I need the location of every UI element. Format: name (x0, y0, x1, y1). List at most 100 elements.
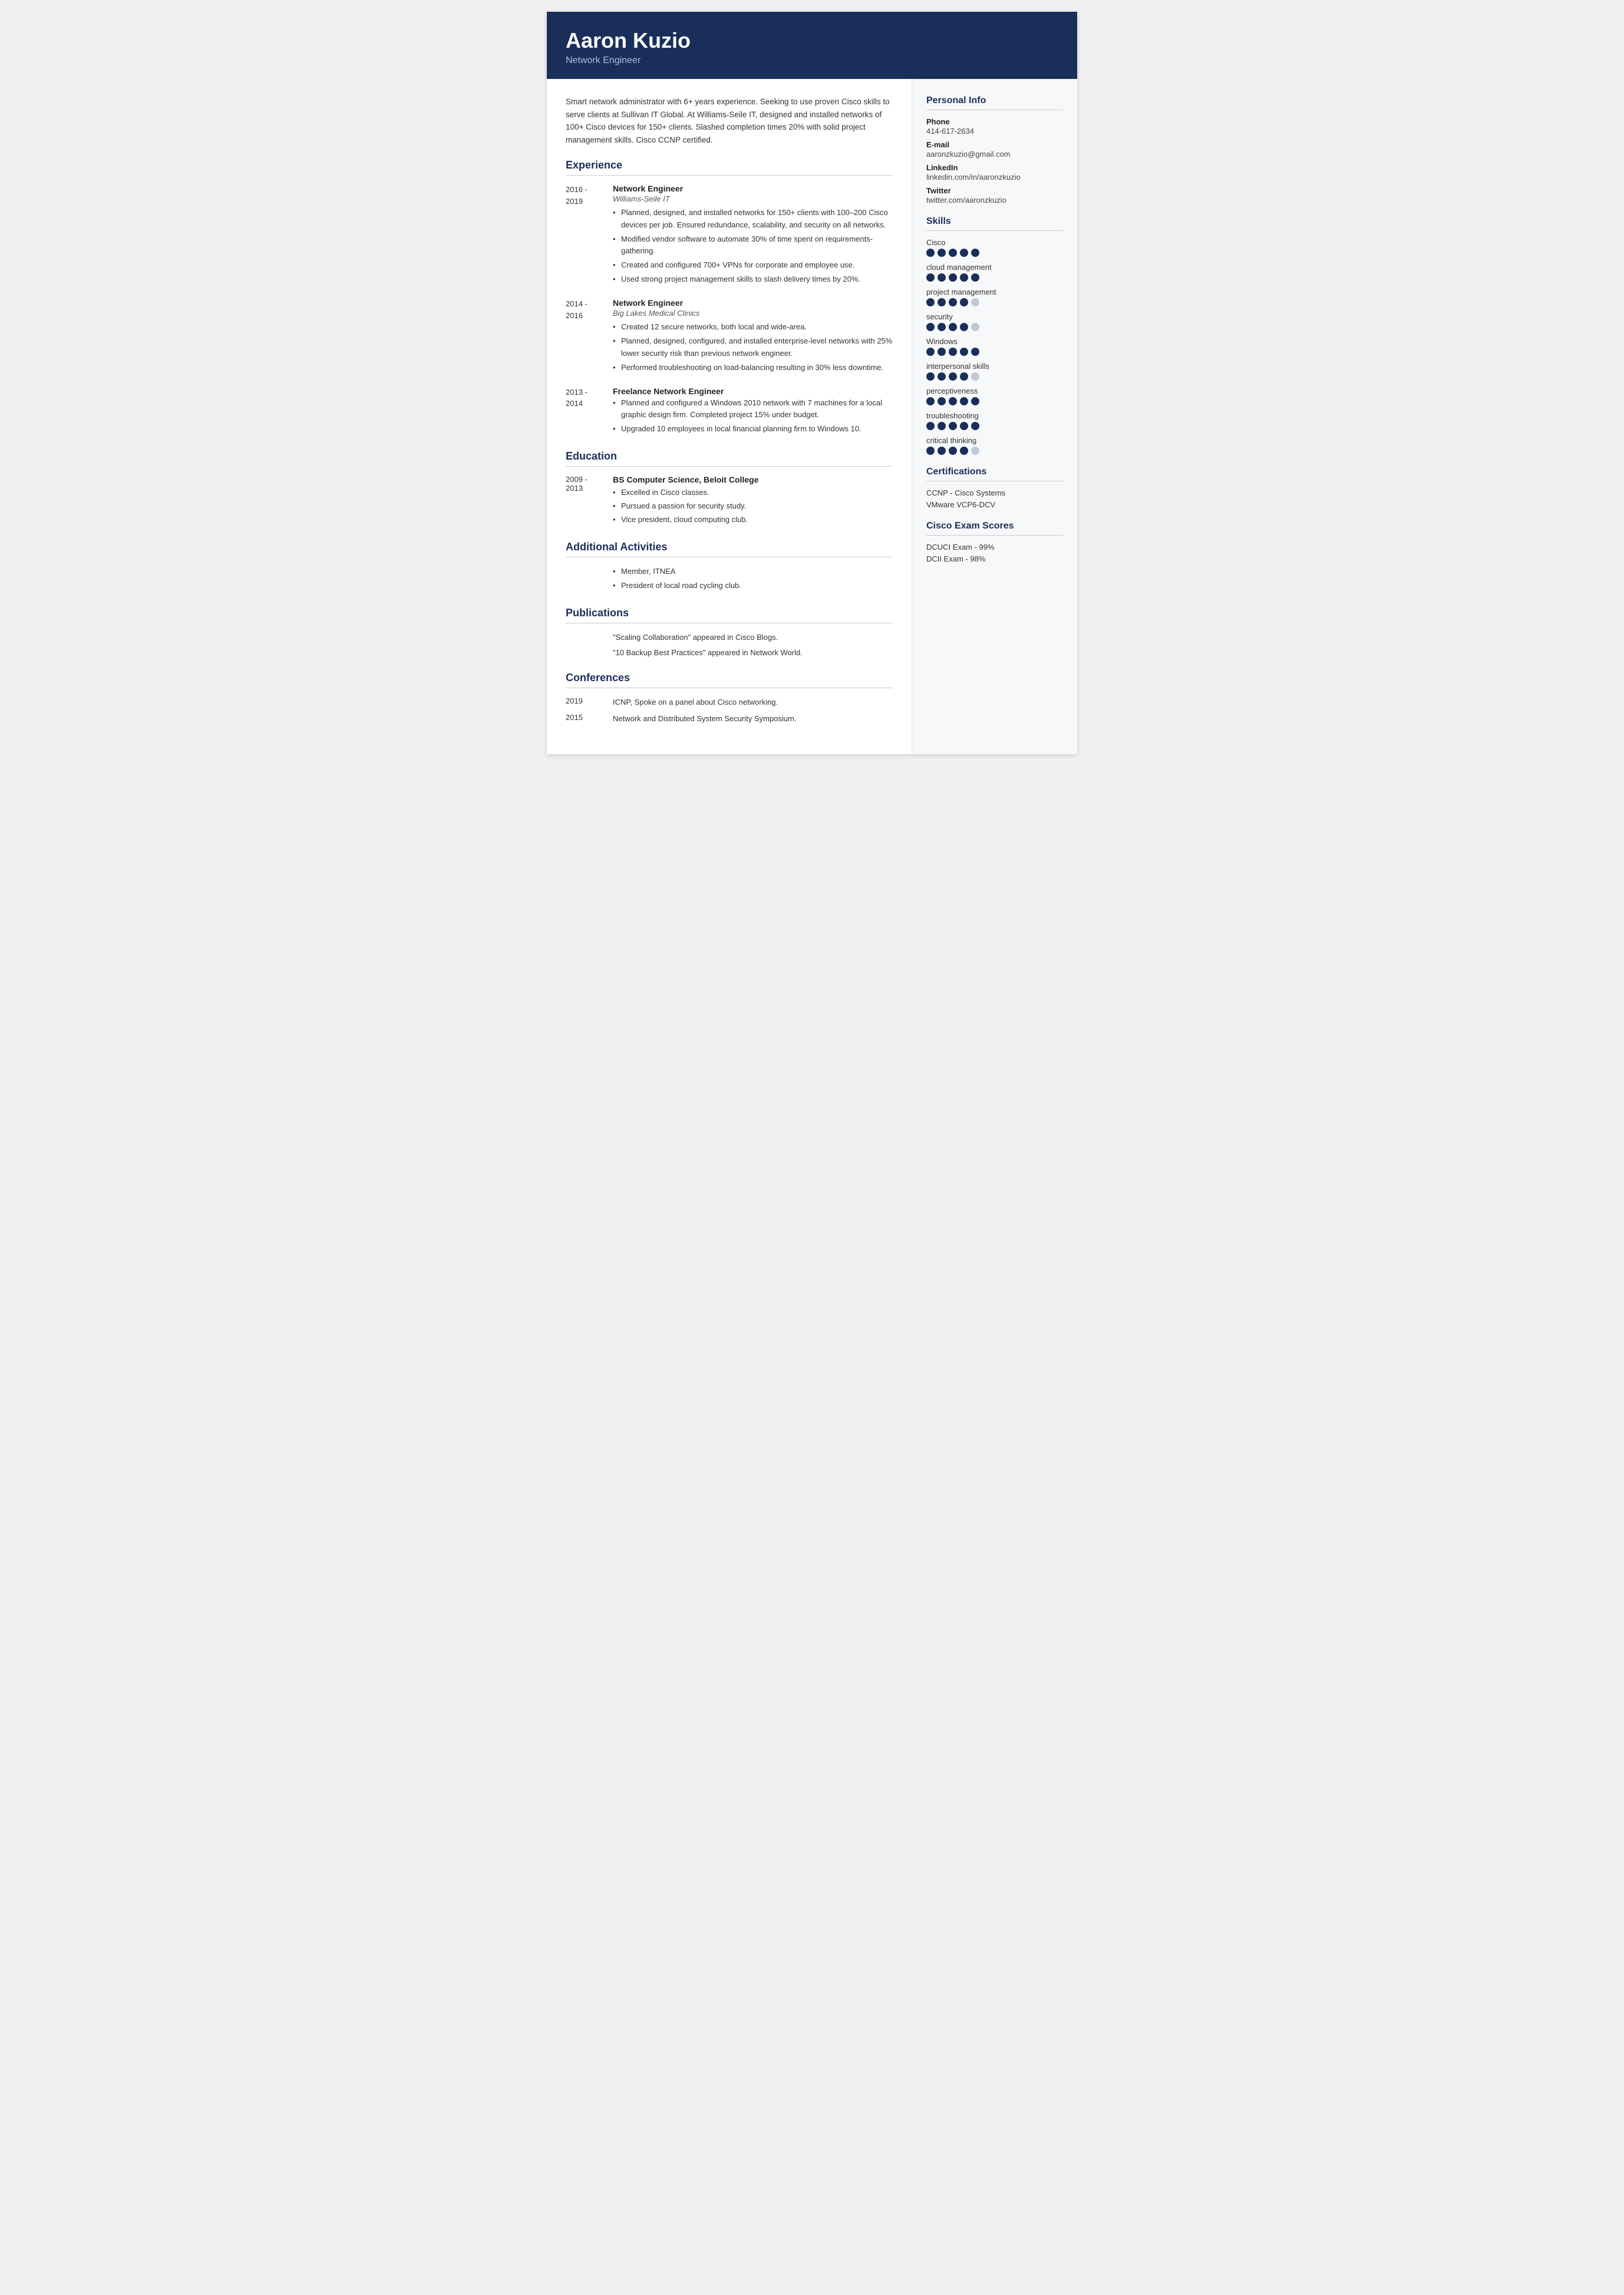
experience-entry: 2016 - 2019Network EngineerWilliams-Seil… (566, 184, 893, 288)
skill-dot-empty (971, 372, 979, 381)
skill-dot-filled (926, 372, 935, 381)
skill-name: project management (926, 288, 1063, 296)
personal-info-section: Personal Info Phone 414-617-2634 E-mail … (926, 95, 1063, 204)
skill-name: critical thinking (926, 436, 1063, 445)
publication-entry: "Scaling Collaboration" appeared in Cisc… (566, 632, 893, 643)
skill-row: Windows (926, 337, 1063, 356)
skill-dot-filled (949, 273, 957, 282)
skill-dots (926, 447, 1063, 455)
pub-spacer (566, 647, 613, 659)
skill-dot-filled (960, 323, 968, 331)
skill-dot-filled (960, 249, 968, 257)
pub-text: "Scaling Collaboration" appeared in Cisc… (613, 632, 893, 643)
skill-dot-filled (938, 447, 946, 455)
skill-dot-filled (960, 397, 968, 405)
skill-dot-filled (926, 397, 935, 405)
skill-dot-filled (971, 348, 979, 356)
skill-dot-filled (949, 348, 957, 356)
skill-dot-filled (949, 447, 957, 455)
edu-bullets: Excelled in Cisco classes. Pursued a pass… (613, 487, 893, 526)
skill-dot-empty (971, 447, 979, 455)
skill-row: troubleshooting (926, 411, 1063, 430)
experience-divider (566, 175, 893, 176)
skill-dot-filled (926, 447, 935, 455)
skill-dot-filled (971, 422, 979, 430)
conferences-title: Conferences (566, 672, 893, 684)
education-entries: 2009 - 2013BS Computer Science, Beloit C… (566, 475, 893, 527)
education-divider (566, 466, 893, 467)
list-item: Created and configured 700+ VPNs for cor… (613, 259, 893, 271)
edu-degree: BS Computer Science, Beloit College (613, 475, 893, 484)
exam-score-item: DCII Exam - 98% (926, 554, 1063, 563)
conference-entry: 2019ICNP, Spoke on a panel about Cisco n… (566, 696, 893, 708)
skill-dot-filled (971, 397, 979, 405)
email-label: E-mail (926, 140, 1063, 149)
list-item: Created 12 secure networks, both local a… (613, 321, 893, 333)
skill-dots (926, 348, 1063, 356)
list-item: Planned and configured a Windows 2010 ne… (613, 397, 893, 421)
phone-value: 414-617-2634 (926, 127, 1063, 136)
exp-content: Freelance Network EngineerPlanned and co… (613, 387, 893, 437)
skill-dot-filled (949, 249, 957, 257)
skill-dots (926, 422, 1063, 430)
skill-dot-filled (960, 447, 968, 455)
list-item: Pursued a passion for security study. (613, 500, 893, 512)
activities-section: Additional Activities Member, ITNEAPresi… (566, 541, 893, 594)
skill-name: troubleshooting (926, 411, 1063, 420)
skill-dot-empty (971, 298, 979, 306)
resume-header: Aaron Kuzio Network Engineer (547, 12, 1077, 79)
pub-text: "10 Backup Best Practices" appeared in N… (613, 647, 893, 659)
list-item: Excelled in Cisco classes. (613, 487, 893, 498)
conf-text: ICNP, Spoke on a panel about Cisco netwo… (613, 696, 893, 708)
education-section: Education 2009 - 2013BS Computer Science… (566, 450, 893, 527)
skill-dot-filled (960, 372, 968, 381)
skill-dots (926, 273, 1063, 282)
conf-text: Network and Distributed System Security … (613, 713, 893, 725)
activities-title: Additional Activities (566, 541, 893, 553)
exam-scores-list: DCUCI Exam - 99% DCII Exam - 98% (926, 543, 1063, 563)
skill-dot-filled (949, 372, 957, 381)
skills-divider (926, 230, 1063, 231)
activities-entry: Member, ITNEAPresident of local road cyc… (566, 566, 893, 594)
activities-spacer (566, 566, 613, 594)
skill-dots (926, 323, 1063, 331)
exam-score-item: DCUCI Exam - 99% (926, 543, 1063, 552)
exp-bullets: Planned, designed, and installed network… (613, 207, 893, 285)
experience-entry: 2013 - 2014Freelance Network EngineerPla… (566, 387, 893, 437)
exp-company: Williams-Seile IT (613, 194, 893, 203)
skill-dot-filled (926, 273, 935, 282)
publications-entries: "Scaling Collaboration" appeared in Cisc… (566, 632, 893, 659)
skill-row: cloud management (926, 263, 1063, 282)
skill-dot-filled (938, 372, 946, 381)
exam-scores-section: Cisco Exam Scores DCUCI Exam - 99% DCII E… (926, 521, 1063, 563)
personal-info-title: Personal Info (926, 95, 1063, 106)
skill-dot-filled (938, 397, 946, 405)
twitter-label: Twitter (926, 186, 1063, 195)
exp-content: Network EngineerWilliams-Seile ITPlanned… (613, 184, 893, 288)
exp-job-title: Network Engineer (613, 298, 893, 308)
skill-name: interpersonal skills (926, 362, 1063, 371)
skill-dot-filled (971, 273, 979, 282)
conf-year: 2015 (566, 713, 613, 725)
skill-dot-filled (926, 323, 935, 331)
exam-scores-title: Cisco Exam Scores (926, 521, 1063, 531)
skill-dot-filled (926, 422, 935, 430)
publications-title: Publications (566, 607, 893, 619)
conferences-section: Conferences 2019ICNP, Spoke on a panel a… (566, 672, 893, 725)
skill-dot-filled (938, 298, 946, 306)
certifications-title: Certifications (926, 467, 1063, 477)
skill-dots (926, 397, 1063, 405)
skill-row: critical thinking (926, 436, 1063, 455)
skill-dot-filled (960, 298, 968, 306)
summary-text: Smart network administrator with 6+ year… (566, 95, 893, 146)
certification-item: CCNP - Cisco Systems (926, 488, 1063, 497)
skill-row: Cisco (926, 238, 1063, 257)
skill-dot-filled (938, 249, 946, 257)
list-item: Used strong project management skills to… (613, 273, 893, 285)
skill-dot-filled (949, 298, 957, 306)
skills-title: Skills (926, 216, 1063, 227)
skill-dots (926, 372, 1063, 381)
skill-name: Cisco (926, 238, 1063, 247)
exp-content: Network EngineerBig Lakes Medical Clinic… (613, 298, 893, 376)
conf-year: 2019 (566, 696, 613, 708)
